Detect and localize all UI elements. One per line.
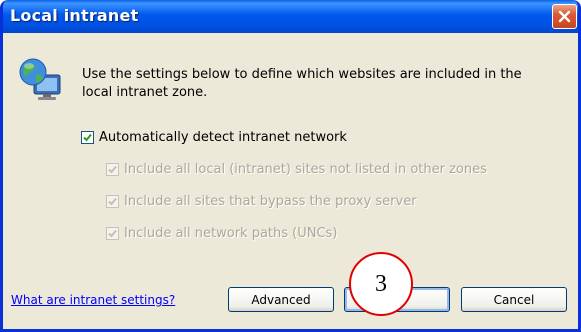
- include-network-paths-option: Include all network paths (UNCs): [106, 226, 337, 241]
- include-local-sites-checkbox: [106, 163, 119, 176]
- include-bypass-proxy-option: Include all sites that bypass the proxy …: [106, 194, 417, 209]
- checkmark-icon: [83, 133, 92, 142]
- checkmark-icon: [108, 165, 117, 174]
- auto-detect-checkbox[interactable]: [81, 131, 94, 144]
- intro-text: Use the settings below to define which w…: [82, 67, 522, 100]
- cancel-button[interactable]: Cancel: [461, 287, 567, 312]
- intranet-settings-help-link[interactable]: What are intranet settings?: [11, 293, 175, 307]
- include-network-paths-checkbox: [106, 227, 119, 240]
- auto-detect-option[interactable]: Automatically detect intranet network: [81, 130, 347, 145]
- include-bypass-proxy-label: Include all sites that bypass the proxy …: [124, 194, 417, 209]
- include-local-sites-option: Include all local (intranet) sites not l…: [106, 162, 487, 177]
- advanced-button[interactable]: Advanced: [228, 287, 334, 312]
- close-button[interactable]: [552, 4, 577, 29]
- local-intranet-dialog: Local intranet Use the settings below to…: [0, 0, 581, 332]
- window-title: Local intranet: [10, 6, 139, 25]
- step-number-marker: 3: [349, 252, 413, 316]
- include-local-sites-label: Include all local (intranet) sites not l…: [124, 162, 487, 177]
- include-network-paths-label: Include all network paths (UNCs): [124, 226, 338, 241]
- checkmark-icon: [108, 197, 117, 206]
- include-bypass-proxy-checkbox: [106, 195, 119, 208]
- title-bar[interactable]: Local intranet: [3, 0, 578, 33]
- globe-computer-icon: [16, 55, 64, 103]
- close-icon: [558, 10, 571, 23]
- checkmark-icon: [108, 229, 117, 238]
- auto-detect-label: Automatically detect intranet network: [99, 130, 347, 145]
